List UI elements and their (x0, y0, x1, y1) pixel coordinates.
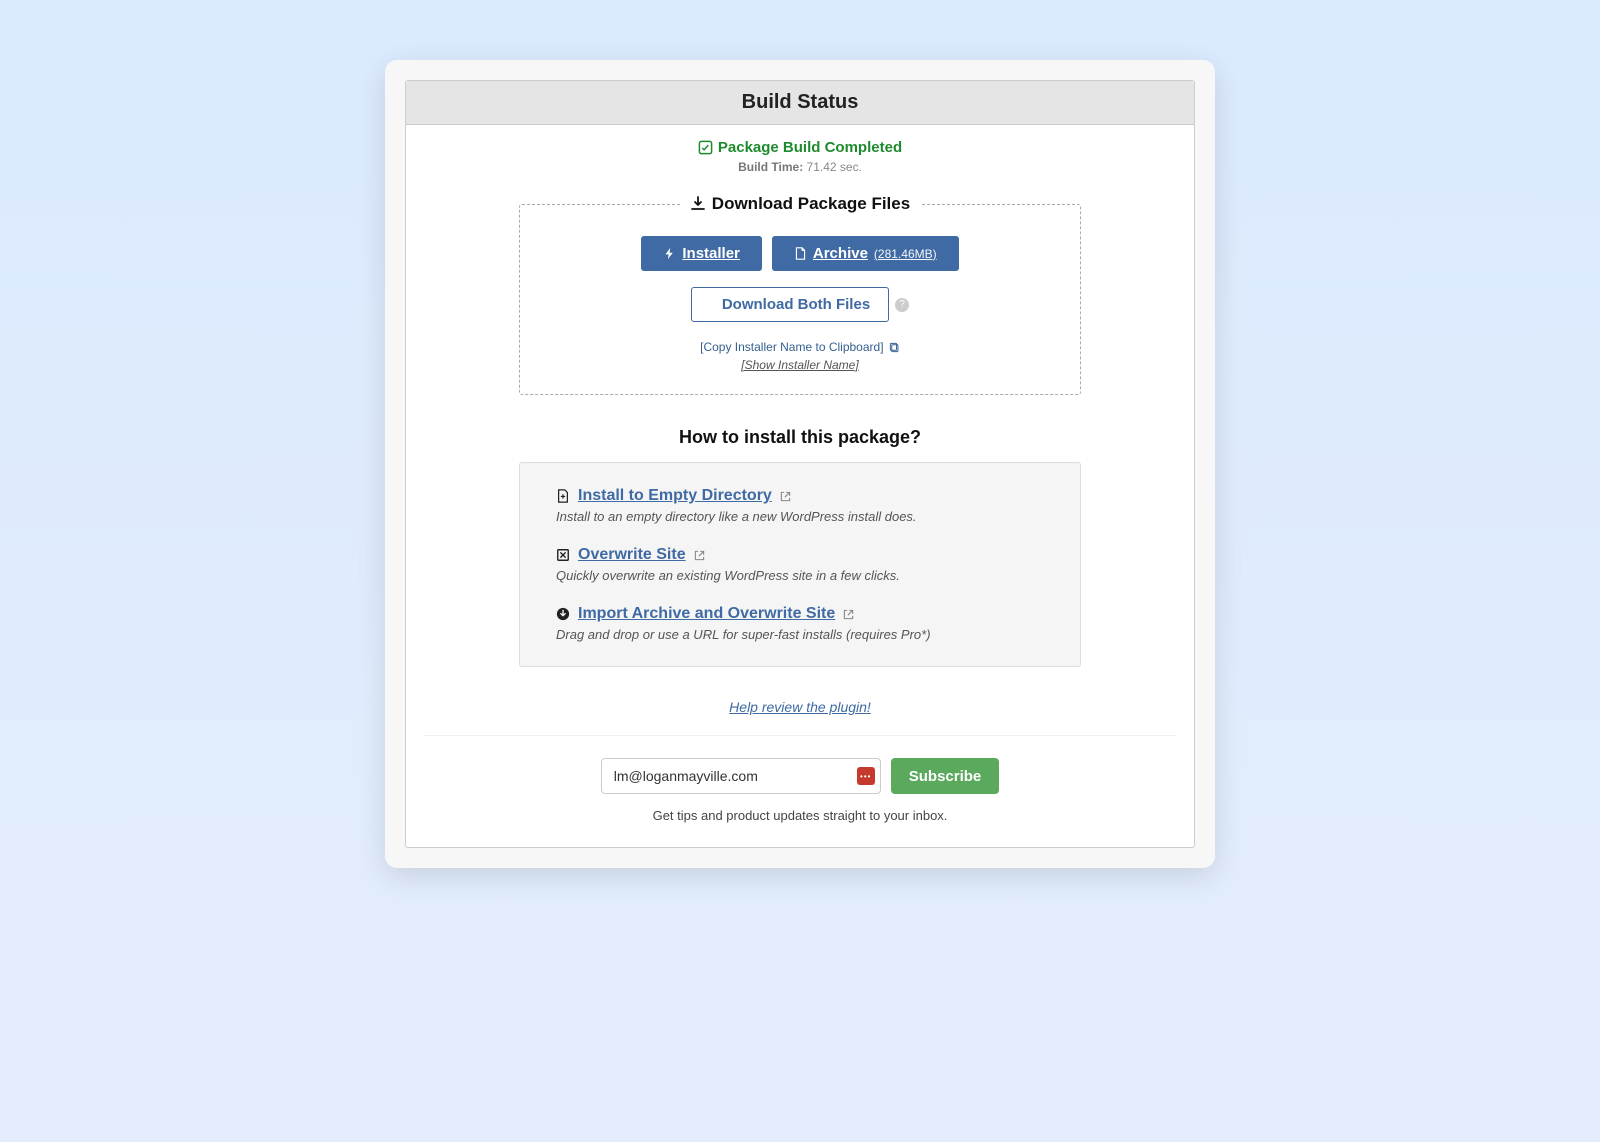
panel-title: Build Status (406, 81, 1194, 125)
installer-label: Installer (682, 245, 740, 262)
download-both-label: Download Both Files (722, 296, 870, 313)
howto-title: How to install this package? (424, 427, 1176, 448)
subscribe-row: ••• Subscribe (424, 758, 1176, 794)
file-plus-icon (556, 489, 570, 503)
email-wrap: ••• (601, 758, 881, 794)
review-link[interactable]: Help review the plugin! (729, 699, 871, 715)
x-square-icon (556, 548, 570, 562)
check-square-icon (698, 140, 713, 155)
download-icon (690, 196, 706, 212)
howto-item-empty-dir: Install to Empty Directory Install to an… (556, 487, 1044, 524)
password-manager-icon[interactable]: ••• (857, 767, 875, 785)
howto-item-overwrite: Overwrite Site Quickly overwrite an exis… (556, 546, 1044, 583)
external-link-icon (694, 550, 705, 561)
download-both-row: Download Both Files ? (530, 287, 1070, 322)
howto-desc: Install to an empty directory like a new… (556, 509, 1044, 524)
installer-button[interactable]: Installer (641, 236, 762, 271)
howto-box: Install to Empty Directory Install to an… (519, 462, 1081, 667)
build-time-label: Build Time: (738, 160, 803, 174)
file-archive-icon (794, 247, 807, 260)
status-message: Package Build Completed (718, 139, 902, 156)
bolt-icon (663, 247, 676, 260)
clipboard-icon (889, 342, 900, 353)
archive-size: (281.46MB) (874, 247, 937, 261)
archive-button[interactable]: Archive (281.46MB) (772, 236, 959, 271)
howto-desc: Drag and drop or use a URL for super-fas… (556, 627, 1044, 642)
separator (424, 735, 1176, 736)
download-circle-icon (556, 607, 570, 621)
howto-link-import[interactable]: Import Archive and Overwrite Site (578, 605, 835, 623)
build-status-panel: Build Status Package Build Completed Bui… (405, 80, 1195, 848)
review-row: Help review the plugin! (424, 699, 1176, 717)
panel-body: Package Build Completed Build Time: 71.4… (406, 125, 1194, 847)
howto-desc: Quickly overwrite an existing WordPress … (556, 568, 1044, 583)
download-fieldset: Download Package Files Installer Archive (519, 194, 1081, 395)
howto-link-overwrite[interactable]: Overwrite Site (578, 546, 686, 564)
archive-label: Archive (813, 245, 868, 262)
howto-link-empty-dir[interactable]: Install to Empty Directory (578, 487, 772, 505)
external-link-icon (780, 491, 791, 502)
show-installer-link[interactable]: [Show Installer Name] (741, 358, 858, 372)
external-link-icon (843, 609, 854, 620)
copy-installer-link[interactable]: [Copy Installer Name to Clipboard] (700, 340, 883, 354)
download-both-button[interactable]: Download Both Files (691, 287, 889, 322)
download-buttons-row: Installer Archive (281.46MB) (530, 236, 1070, 271)
build-time-value: 71.42 sec. (807, 160, 862, 174)
status-line: Package Build Completed (424, 139, 1176, 156)
app-card: Build Status Package Build Completed Bui… (385, 60, 1215, 868)
email-input[interactable] (601, 758, 881, 794)
subscribe-tip: Get tips and product updates straight to… (424, 808, 1176, 823)
howto-item-import: Import Archive and Overwrite Site Drag a… (556, 605, 1044, 642)
build-time: Build Time: 71.42 sec. (424, 160, 1176, 174)
download-legend: Download Package Files (680, 194, 920, 214)
subscribe-button[interactable]: Subscribe (891, 758, 1000, 794)
copy-links: [Copy Installer Name to Clipboard] [Show… (530, 340, 1070, 372)
help-icon[interactable]: ? (895, 298, 909, 312)
